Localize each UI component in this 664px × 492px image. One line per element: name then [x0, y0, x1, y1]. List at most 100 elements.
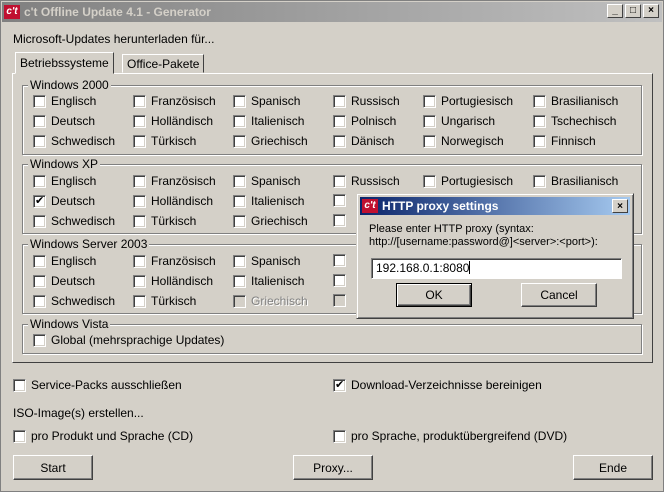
checkbox-box[interactable]: [233, 254, 246, 268]
checkbox-box[interactable]: [133, 94, 146, 108]
checkbox-box[interactable]: [233, 134, 246, 148]
checkbox-cleanup-download-dirs[interactable]: Download-Verzeichnisse bereinigen: [333, 378, 542, 392]
checkbox-box[interactable]: [33, 94, 46, 108]
checkbox-box[interactable]: [33, 274, 46, 288]
end-button[interactable]: Ende: [573, 455, 653, 480]
proxy-input[interactable]: 192.168.0.1:8080: [371, 258, 622, 279]
checkbox-box[interactable]: [233, 274, 246, 288]
checkbox-box[interactable]: [333, 429, 346, 443]
checkbox-win2003-französisch[interactable]: Französisch: [133, 254, 216, 268]
checkbox-box[interactable]: [133, 274, 146, 288]
minimize-button[interactable]: _: [607, 4, 623, 18]
checkbox-box[interactable]: [333, 378, 346, 392]
checkbox-win2003-spanisch[interactable]: Spanisch: [233, 254, 300, 268]
checkbox-win2000-polnisch[interactable]: Polnisch: [333, 114, 396, 128]
checkbox-box[interactable]: [33, 294, 46, 308]
checkbox-win2003-holländisch[interactable]: Holländisch: [133, 274, 213, 288]
checkbox-vista-global[interactable]: Global (mehrsprachige Updates): [33, 333, 224, 347]
checkbox-win2003-türkisch[interactable]: Türkisch: [133, 294, 196, 308]
checkbox-box[interactable]: [333, 174, 346, 188]
title-bar[interactable]: c't c't Offline Update 4.1 - Generator _…: [2, 2, 662, 22]
checkbox-winxp-türkisch[interactable]: Türkisch: [133, 214, 196, 228]
checkbox-box[interactable]: [533, 94, 546, 108]
checkbox-box[interactable]: [533, 134, 546, 148]
checkbox-box[interactable]: [533, 174, 546, 188]
checkbox-box[interactable]: [333, 134, 346, 148]
checkbox-winxp-holländisch[interactable]: Holländisch: [133, 194, 213, 208]
checkbox-box[interactable]: [233, 174, 246, 188]
checkbox-box[interactable]: [33, 134, 46, 148]
checkbox-win2000-finnisch[interactable]: Finnisch: [533, 134, 596, 148]
checkbox-win2000-italienisch[interactable]: Italienisch: [233, 114, 304, 128]
checkbox-winxp-spanisch[interactable]: Spanisch: [233, 174, 300, 188]
checkbox-win2003-italienisch[interactable]: Italienisch: [233, 274, 304, 288]
checkbox-win2000-brasilianisch[interactable]: Brasilianisch: [533, 94, 618, 108]
checkbox-win2000-ungarisch[interactable]: Ungarisch: [423, 114, 495, 128]
checkbox-winxp-französisch[interactable]: Französisch: [133, 174, 216, 188]
checkbox-box[interactable]: [233, 94, 246, 108]
checkbox-exclude-service-packs[interactable]: Service-Packs ausschließen: [13, 378, 182, 392]
checkbox-box[interactable]: [33, 194, 46, 208]
checkbox-winxp-schwedisch[interactable]: Schwedisch: [33, 214, 115, 228]
checkbox-win2003-schwedisch[interactable]: Schwedisch: [33, 294, 115, 308]
checkbox-box[interactable]: [423, 134, 436, 148]
cancel-button[interactable]: Cancel: [521, 283, 597, 307]
checkbox-win2000-türkisch[interactable]: Türkisch: [133, 134, 196, 148]
checkbox-box[interactable]: [423, 114, 436, 128]
checkbox-box[interactable]: [13, 378, 26, 392]
checkbox-win2000-griechisch[interactable]: Griechisch: [233, 134, 308, 148]
checkbox-box[interactable]: [333, 94, 346, 108]
checkbox-box[interactable]: [233, 114, 246, 128]
checkbox-box[interactable]: [13, 429, 26, 443]
ok-button[interactable]: OK: [396, 283, 472, 307]
checkbox-iso-per-product[interactable]: pro Produkt und Sprache (CD): [13, 429, 193, 443]
checkbox-box[interactable]: [133, 214, 146, 228]
checkbox-win2000-englisch[interactable]: Englisch: [33, 94, 96, 108]
checkbox-box[interactable]: [133, 174, 146, 188]
checkbox-box[interactable]: [133, 254, 146, 268]
checkbox-box[interactable]: [33, 254, 46, 268]
dialog-close-button[interactable]: ×: [612, 199, 628, 213]
checkbox-box[interactable]: [33, 174, 46, 188]
proxy-button[interactable]: Proxy...: [293, 455, 373, 480]
tab-betriebssysteme[interactable]: Betriebssysteme: [15, 52, 114, 74]
checkbox-win2000-französisch[interactable]: Französisch: [133, 94, 216, 108]
tab-office-pakete[interactable]: Office-Pakete: [122, 54, 205, 73]
checkbox-winxp-brasilianisch[interactable]: Brasilianisch: [533, 174, 618, 188]
checkbox-win2000-norwegisch[interactable]: Norwegisch: [423, 134, 504, 148]
start-button[interactable]: Start: [13, 455, 93, 480]
checkbox-box[interactable]: [533, 114, 546, 128]
close-button[interactable]: ×: [643, 4, 659, 18]
checkbox-winxp-russisch[interactable]: Russisch: [333, 174, 400, 188]
checkbox-win2000-dänisch[interactable]: Dänisch: [333, 134, 394, 148]
checkbox-winxp-italienisch[interactable]: Italienisch: [233, 194, 304, 208]
maximize-button[interactable]: □: [625, 4, 641, 18]
checkbox-box[interactable]: [33, 214, 46, 228]
checkbox-winxp-griechisch[interactable]: Griechisch: [233, 214, 308, 228]
checkbox-win2000-holländisch[interactable]: Holländisch: [133, 114, 213, 128]
checkbox-box[interactable]: [33, 114, 46, 128]
checkbox-box[interactable]: [233, 214, 246, 228]
checkbox-box[interactable]: [333, 114, 346, 128]
checkbox-win2000-tschechisch[interactable]: Tschechisch: [533, 114, 616, 128]
checkbox-win2000-spanisch[interactable]: Spanisch: [233, 94, 300, 108]
checkbox-win2000-russisch[interactable]: Russisch: [333, 94, 400, 108]
checkbox-box[interactable]: [133, 134, 146, 148]
checkbox-win2000-schwedisch[interactable]: Schwedisch: [33, 134, 115, 148]
checkbox-box[interactable]: [423, 174, 436, 188]
checkbox-win2003-englisch[interactable]: Englisch: [33, 254, 96, 268]
checkbox-box[interactable]: [233, 194, 246, 208]
checkbox-win2000-deutsch[interactable]: Deutsch: [33, 114, 95, 128]
checkbox-box[interactable]: [133, 294, 146, 308]
dialog-title-bar[interactable]: c't HTTP proxy settings ×: [360, 197, 630, 215]
checkbox-iso-per-language[interactable]: pro Sprache, produktübergreifend (DVD): [333, 429, 567, 443]
checkbox-winxp-englisch[interactable]: Englisch: [33, 174, 96, 188]
checkbox-box[interactable]: [423, 94, 436, 108]
checkbox-winxp-deutsch[interactable]: Deutsch: [33, 194, 95, 208]
checkbox-winxp-portugiesisch[interactable]: Portugiesisch: [423, 174, 513, 188]
checkbox-win2003-deutsch[interactable]: Deutsch: [33, 274, 95, 288]
checkbox-box[interactable]: [133, 194, 146, 208]
checkbox-win2000-portugiesisch[interactable]: Portugiesisch: [423, 94, 513, 108]
checkbox-box[interactable]: [133, 114, 146, 128]
checkbox-box[interactable]: [33, 333, 46, 347]
